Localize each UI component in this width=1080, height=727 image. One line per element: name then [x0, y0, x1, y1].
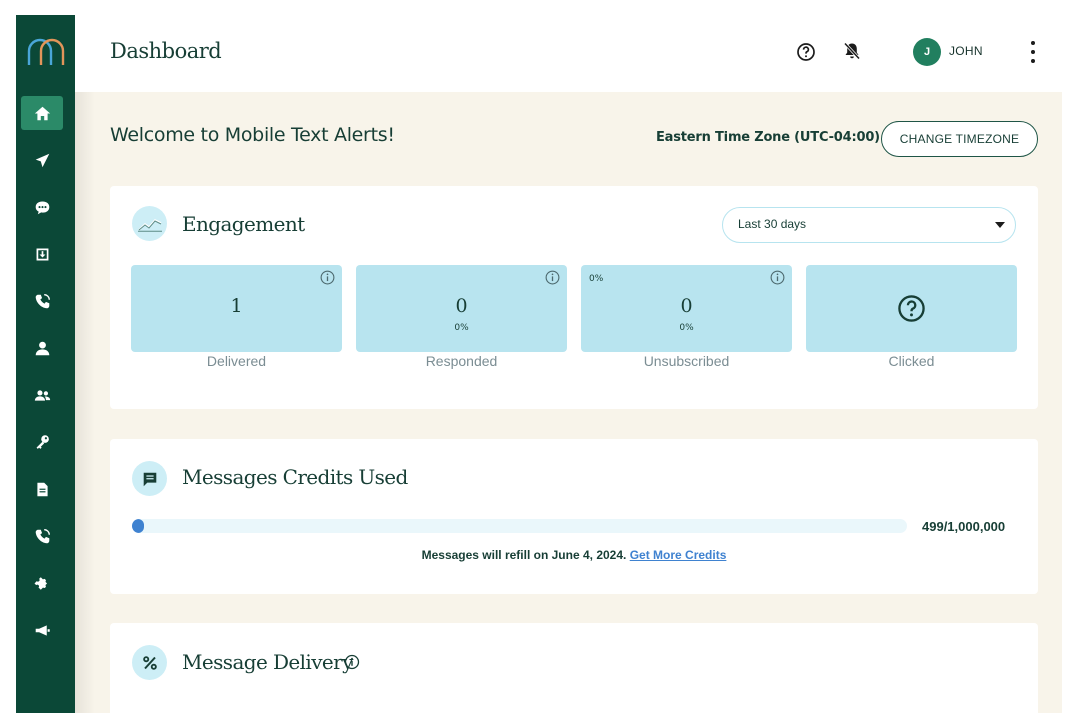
credits-card: Messages Credits Used 499/1,000,000 Mess… — [110, 439, 1038, 594]
sidebar-item-phone[interactable] — [21, 284, 63, 318]
sidebar-item-chat[interactable] — [21, 190, 63, 224]
metric-label: Unsubscribed — [643, 353, 730, 369]
credits-progress-fill — [132, 519, 144, 533]
sidebar-item-integrations[interactable] — [21, 566, 63, 600]
percent-icon — [132, 645, 167, 680]
phone-icon — [35, 293, 50, 308]
credits-title: Messages Credits Used — [182, 465, 408, 489]
metric-label: Responded — [425, 353, 498, 369]
notifications-off-icon[interactable] — [842, 41, 862, 61]
metric-value: 0 — [455, 295, 468, 317]
metric-responded: 0 0% — [356, 265, 567, 352]
question-circle-icon[interactable] — [897, 294, 926, 323]
more-menu-icon[interactable] — [1029, 41, 1037, 63]
page-title: Dashboard — [110, 39, 222, 63]
timezone-label: Eastern Time Zone (UTC-04:00) — [656, 130, 880, 145]
metric-value: 1 — [230, 295, 243, 317]
help-icon[interactable] — [796, 42, 816, 62]
sidebar-shadow — [75, 15, 95, 713]
sidebar-item-calls[interactable] — [21, 519, 63, 553]
chevron-down-icon — [995, 222, 1005, 228]
sidebar-item-groups[interactable] — [21, 378, 63, 412]
metric-label: Clicked — [888, 353, 935, 369]
group-icon — [34, 389, 50, 401]
date-range-value: Last 30 days — [738, 217, 807, 231]
metric-percent: 0% — [454, 323, 469, 333]
sidebar — [16, 15, 75, 713]
delivery-card: Message Delivery — [110, 623, 1038, 713]
top-bar: Dashboard J JOHN — [75, 15, 1062, 92]
sidebar-item-send[interactable] — [21, 143, 63, 177]
megaphone-icon — [35, 624, 50, 636]
metric-percent: 0% — [679, 323, 694, 333]
document-icon — [36, 482, 48, 496]
avatar[interactable]: J — [913, 38, 941, 66]
delivery-title: Message Delivery — [182, 650, 353, 674]
sidebar-item-inbox[interactable] — [21, 237, 63, 271]
user-name[interactable]: JOHN — [949, 44, 983, 58]
engagement-title: Engagement — [182, 212, 305, 236]
app-logo-icon[interactable] — [16, 31, 75, 71]
refill-text: Messages will refill on June 4, 2024. — [421, 548, 627, 562]
message-icon — [132, 461, 167, 496]
user-icon — [35, 341, 49, 355]
sidebar-item-announcements[interactable] — [21, 613, 63, 647]
credits-used-text: 499/1,000,000 — [922, 519, 1006, 534]
home-icon — [34, 106, 50, 120]
metric-value: 0 — [680, 295, 693, 317]
change-timezone-button[interactable]: CHANGE TIMEZONE — [881, 121, 1038, 157]
phone-call-icon — [35, 528, 50, 543]
metric-delivered: 1 — [131, 265, 342, 352]
metric-unsubscribed: 0% 0 0% — [581, 265, 792, 352]
info-icon[interactable] — [545, 270, 560, 285]
key-icon — [36, 434, 49, 449]
info-icon[interactable] — [320, 270, 335, 285]
puzzle-icon — [34, 576, 47, 590]
chat-icon — [35, 201, 49, 214]
sidebar-item-home[interactable] — [21, 96, 63, 130]
info-icon[interactable] — [770, 270, 785, 285]
credits-progress-bar — [132, 519, 907, 533]
metric-percent-corner: 0% — [589, 274, 604, 284]
metric-label: Delivered — [206, 353, 267, 369]
sidebar-item-contact[interactable] — [21, 331, 63, 365]
welcome-heading: Welcome to Mobile Text Alerts! — [110, 124, 395, 146]
info-icon[interactable] — [344, 654, 360, 670]
metric-clicked — [806, 265, 1017, 352]
date-range-select[interactable]: Last 30 days — [722, 207, 1016, 243]
trend-chart-icon — [132, 206, 167, 241]
sidebar-item-documents[interactable] — [21, 472, 63, 506]
refill-note: Messages will refill on June 4, 2024. Ge… — [110, 548, 1038, 562]
sidebar-item-keywords[interactable] — [21, 425, 63, 459]
inbox-icon — [36, 248, 48, 260]
send-icon — [35, 153, 49, 167]
get-more-credits-link[interactable]: Get More Credits — [630, 548, 727, 562]
app-frame: Dashboard J JOHN Welcome to Mobile Text … — [16, 15, 1062, 713]
engagement-card: Engagement Last 30 days 1 Delivered 0 0%… — [110, 186, 1038, 409]
